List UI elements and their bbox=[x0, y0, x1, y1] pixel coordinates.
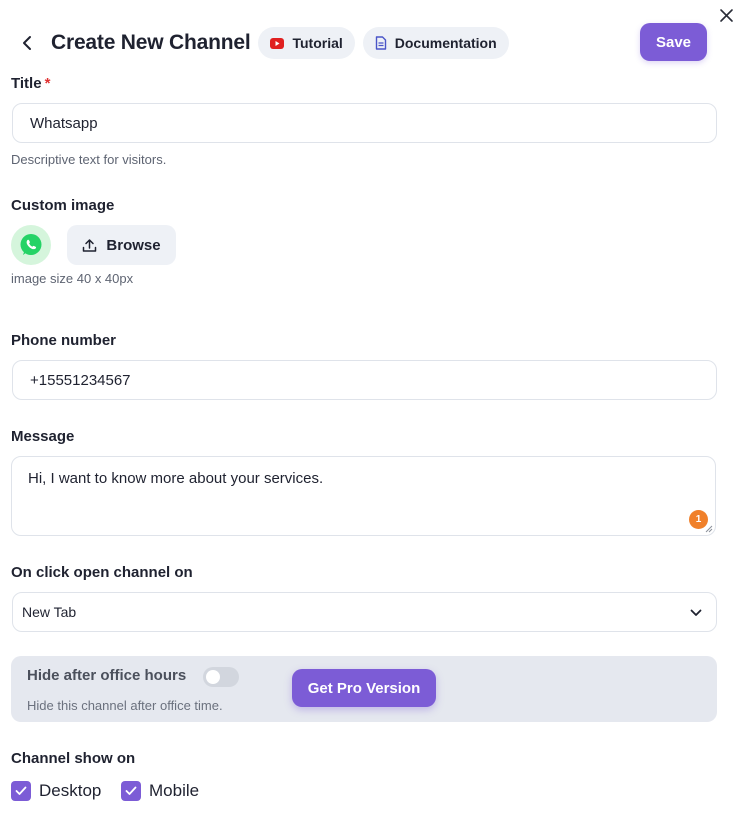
title-input[interactable]: Whatsapp bbox=[12, 103, 717, 143]
open-on-label: On click open channel on bbox=[11, 564, 193, 581]
document-icon bbox=[375, 36, 387, 50]
browse-button[interactable]: Browse bbox=[67, 225, 176, 265]
close-icon[interactable] bbox=[714, 4, 738, 28]
message-textarea[interactable]: Hi, I want to know more about your servi… bbox=[11, 456, 716, 536]
open-on-select[interactable]: New Tab bbox=[12, 592, 717, 632]
header: Create New Channel Tutorial Documentatio… bbox=[12, 24, 509, 62]
resize-grip-icon[interactable] bbox=[705, 525, 713, 533]
title-hint: Descriptive text for visitors. bbox=[11, 152, 167, 167]
required-mark: * bbox=[44, 75, 51, 92]
youtube-icon bbox=[270, 37, 285, 49]
title-label-text: Title bbox=[11, 75, 42, 92]
desktop-label: Desktop bbox=[39, 781, 102, 800]
message-counter-badge: 1 bbox=[689, 510, 708, 529]
office-hours-toggle[interactable] bbox=[203, 667, 239, 687]
image-size-hint: image size 40 x 40px bbox=[11, 271, 134, 286]
tutorial-button[interactable]: Tutorial bbox=[258, 27, 355, 59]
show-on-label: Channel show on bbox=[11, 750, 136, 767]
documentation-button[interactable]: Documentation bbox=[362, 27, 509, 59]
chevron-left-icon[interactable] bbox=[12, 27, 44, 59]
upload-icon bbox=[82, 238, 97, 253]
whatsapp-icon bbox=[11, 225, 51, 265]
desktop-checkbox[interactable] bbox=[11, 781, 31, 801]
message-label: Message bbox=[11, 428, 75, 445]
mobile-checkbox[interactable] bbox=[121, 781, 141, 801]
check-icon bbox=[125, 786, 137, 795]
phone-label: Phone number bbox=[11, 332, 117, 349]
mobile-checkbox-row[interactable]: Mobile bbox=[121, 781, 199, 801]
chevron-down-icon bbox=[690, 604, 702, 620]
message-text: Hi, I want to know more about your servi… bbox=[28, 470, 324, 487]
office-hours-description: Hide this channel after office time. bbox=[27, 698, 223, 713]
phone-input[interactable]: +15551234567 bbox=[12, 360, 717, 400]
mobile-label: Mobile bbox=[149, 781, 200, 800]
toggle-knob bbox=[206, 670, 220, 684]
page-title: Create New Channel bbox=[51, 31, 251, 54]
browse-label: Browse bbox=[106, 236, 161, 254]
open-on-selected: New Tab bbox=[22, 604, 77, 620]
office-hours-title: Hide after office hours bbox=[27, 667, 187, 684]
tutorial-label: Tutorial bbox=[292, 35, 343, 51]
title-label: Title * bbox=[11, 75, 50, 92]
get-pro-button[interactable]: Get Pro Version bbox=[292, 669, 436, 707]
save-button[interactable]: Save bbox=[640, 23, 707, 61]
custom-image-label: Custom image bbox=[11, 197, 115, 214]
office-hours-panel: Hide after office hours Hide this channe… bbox=[11, 656, 717, 722]
check-icon bbox=[15, 786, 27, 795]
desktop-checkbox-row[interactable]: Desktop bbox=[11, 781, 101, 801]
documentation-label: Documentation bbox=[394, 35, 497, 51]
